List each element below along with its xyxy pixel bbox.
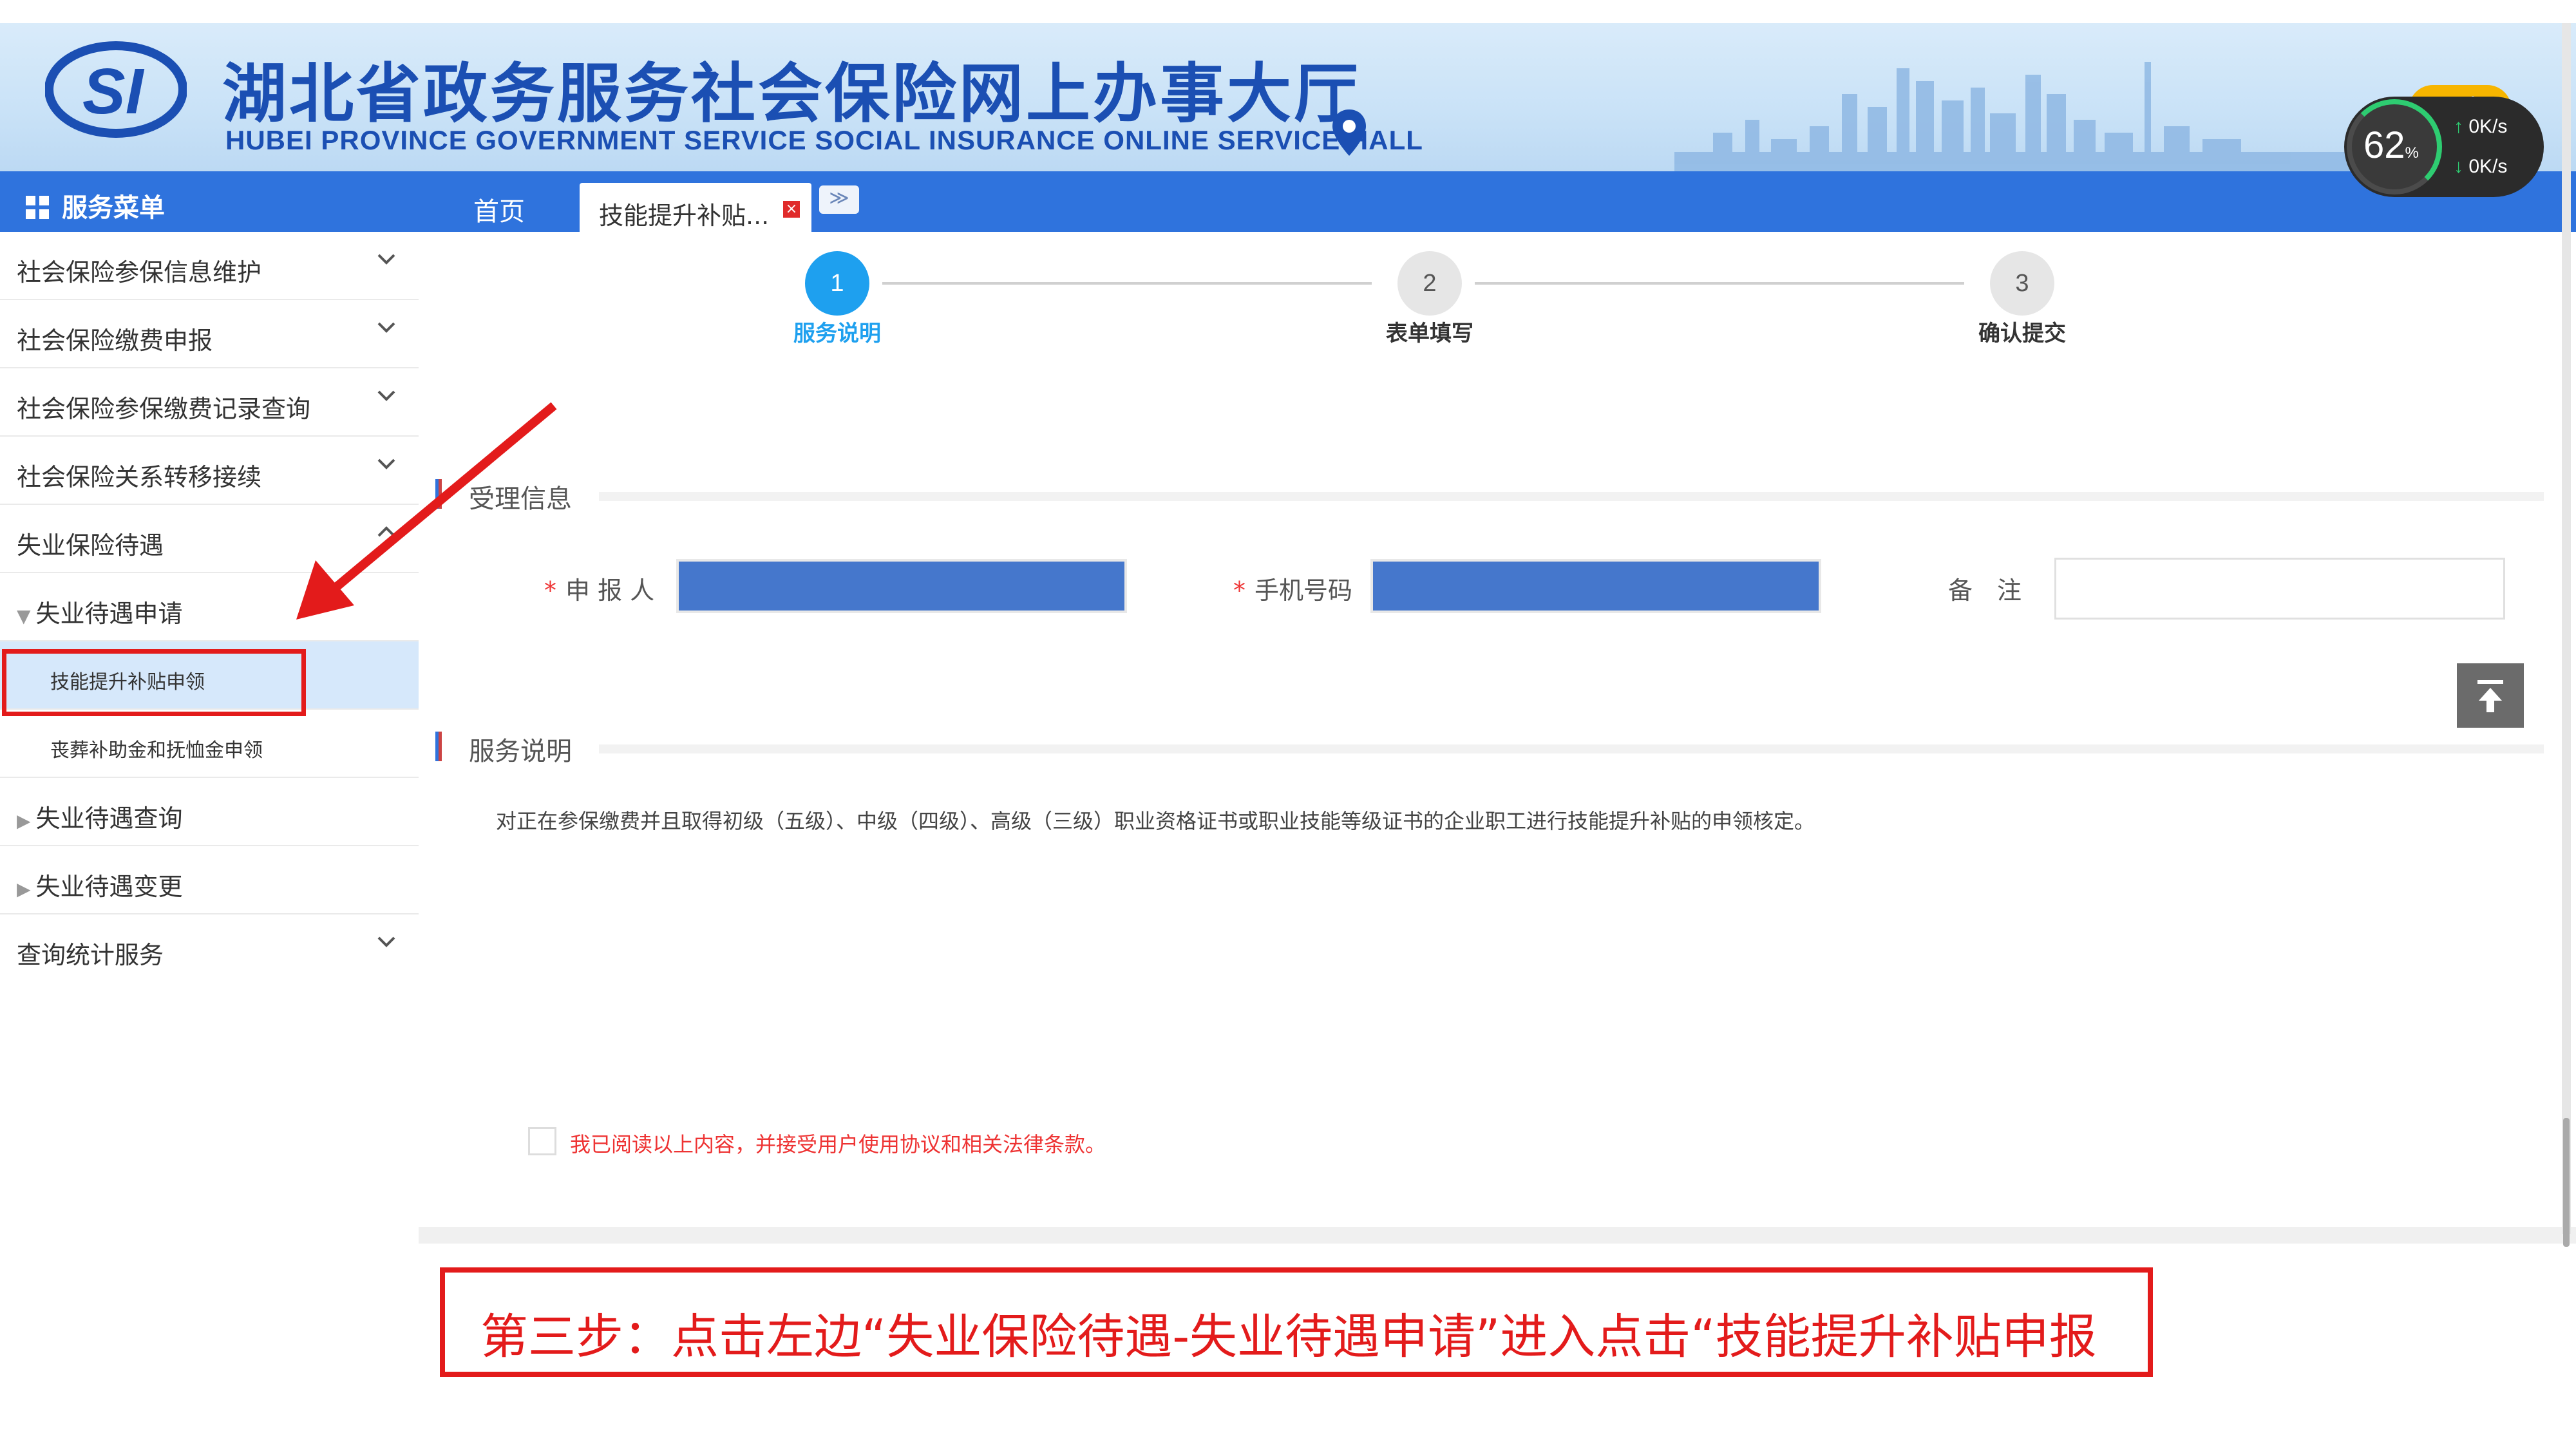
network-speed-widget: 62% ↑ 0K/s ↓ 0K/s <box>2344 97 2544 197</box>
sidebar-item-payment-declare[interactable]: 社会保险缴费申报 <box>0 300 419 368</box>
step-3-label: 确认提交 <box>1978 321 2066 346</box>
city-skyline-icon <box>1674 62 2447 171</box>
triangle-right-icon: ▶ <box>17 878 31 900</box>
section-rule <box>599 744 2544 753</box>
step-2-label: 表单填写 <box>1386 321 1473 346</box>
service-description: 对正在参保缴费并且取得初级（五级）、中级（四级）、高级（三级）职业资格证书或职业… <box>496 809 1815 833</box>
scrollbar-thumb[interactable] <box>2563 1118 2570 1247</box>
upload-arrow-icon: ↑ <box>2454 116 2463 137</box>
download-speed: ↓ 0K/s <box>2454 156 2508 177</box>
nav-bar: 服务菜单 首页 技能提升补贴... × ≫ <box>0 171 2576 232</box>
upload-speed: ↑ 0K/s <box>2454 116 2508 137</box>
tab-more-button[interactable]: ≫ <box>819 185 859 214</box>
highlight-box <box>2 649 306 716</box>
site-subtitle: HUBEI PROVINCE GOVERNMENT SERVICE SOCIAL… <box>225 125 1423 155</box>
service-menu-title[interactable]: 服务菜单 <box>26 187 165 224</box>
chevron-down-icon <box>377 322 395 333</box>
applicant-input[interactable] <box>676 559 1127 613</box>
chevron-down-icon <box>377 254 395 265</box>
grid-icon <box>26 196 49 219</box>
step-progress: 1 服务说明 2 表单填写 3 确认提交 <box>792 251 2106 361</box>
step-connector <box>1475 282 1964 285</box>
step-1-circle: 1 <box>805 251 869 316</box>
step-2-circle: 2 <box>1397 251 1462 316</box>
svg-text:SI: SI <box>82 55 145 128</box>
sidebar-item-statistics[interactable]: 查询统计服务 <box>0 914 419 983</box>
instruction-caption: 第三步：点击左边“失业保险待遇-失业待遇申请”进入点击“技能提升补贴申报 <box>440 1267 2153 1377</box>
section-marker <box>435 732 442 761</box>
location-pin-icon <box>1332 109 1366 156</box>
red-arrow-icon <box>296 402 557 620</box>
section-service-desc: 服务说明 <box>431 729 2544 768</box>
triangle-down-icon: ▼ <box>17 605 31 627</box>
step-1-label: 服务说明 <box>793 321 881 346</box>
tab-skill-subsidy-label: 技能提升补贴... <box>599 202 770 230</box>
step-3-circle: 3 <box>1990 251 2054 316</box>
sidebar-item-funeral-subsidy[interactable]: 丧葬补助金和抚恤金申领 <box>0 710 419 778</box>
download-arrow-icon: ↓ <box>2454 156 2463 177</box>
step-connector <box>882 282 1372 285</box>
page-scrollbar[interactable] <box>2562 23 2571 1247</box>
phone-label: * 手机号码 <box>1233 576 1353 605</box>
remark-label: 备 注 <box>1948 576 2022 605</box>
content-bottom-border <box>419 1227 2576 1244</box>
sidebar-item-unemployment-change[interactable]: ▶ 失业待遇变更 <box>0 846 419 914</box>
remark-input[interactable] <box>2054 558 2505 620</box>
screenshot-root: SI 湖北省政务服务社会保险网上办事大厅 HUBEI PROVINCE GOVE… <box>0 0 2576 1449</box>
triangle-right-icon: ▶ <box>17 810 31 831</box>
back-to-top-button[interactable] <box>2457 663 2524 728</box>
section-rule <box>599 492 2544 501</box>
speed-percent: 62% <box>2363 124 2419 166</box>
site-header: SI 湖北省政务服务社会保险网上办事大厅 HUBEI PROVINCE GOVE… <box>0 23 2576 171</box>
sidebar-item-insurance-info[interactable]: 社会保险参保信息维护 <box>0 232 419 300</box>
site-title: 湖北省政务服务社会保险网上办事大厅 <box>222 56 1361 131</box>
tab-skill-subsidy[interactable]: 技能提升补贴... × <box>580 183 811 232</box>
close-icon[interactable]: × <box>783 201 800 218</box>
agreement-checkbox[interactable] <box>528 1127 556 1155</box>
caption-text: 第三步：点击左边“失业保险待遇-失业待遇申请”进入点击“技能提升补贴申报 <box>480 1309 2097 1365</box>
phone-input[interactable] <box>1370 559 1821 613</box>
sidebar-item-unemployment-query[interactable]: ▶ 失业待遇查询 <box>0 778 419 846</box>
agreement-text: 我已阅读以上内容，并接受用户使用协议和相关法律条款。 <box>570 1132 1106 1157</box>
si-logo-icon: SI <box>45 41 187 138</box>
chevron-down-icon <box>377 936 395 947</box>
tab-home[interactable]: 首页 <box>473 191 525 228</box>
section-accept-info: 受理信息 <box>431 477 2544 515</box>
section-title: 服务说明 <box>469 737 572 766</box>
arrow-up-icon <box>2477 680 2503 712</box>
